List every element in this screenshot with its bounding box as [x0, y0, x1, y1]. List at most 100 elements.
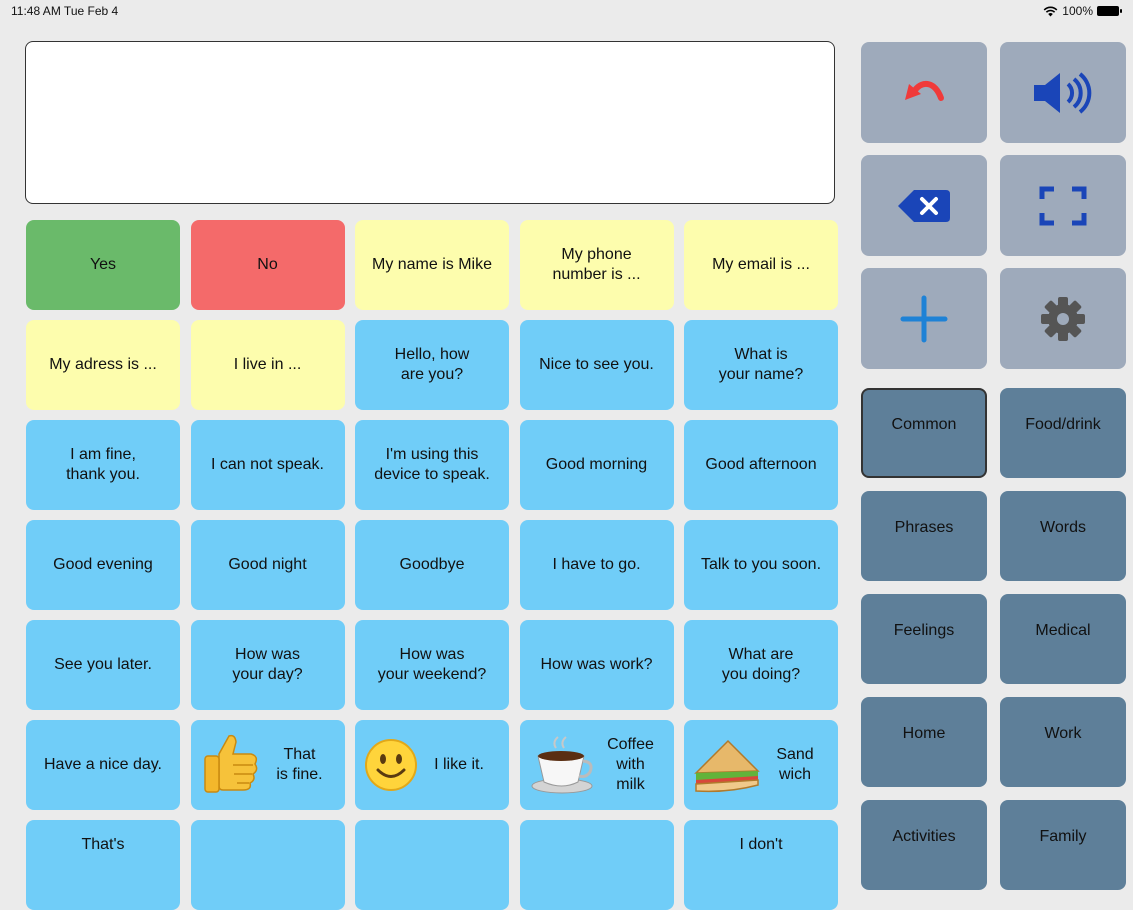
speak-button[interactable]	[1000, 42, 1126, 143]
phrase-tile-33[interactable]	[355, 820, 509, 910]
speaker-icon	[1034, 71, 1092, 114]
phrase-tile-label: My phone number is ...	[552, 246, 641, 283]
phrase-tile-5[interactable]: My email is ...	[684, 220, 838, 310]
category-label: Activities	[892, 828, 956, 845]
phrase-tile-30[interactable]: Sand wich	[684, 720, 838, 810]
status-time: 11:48 AM Tue Feb 4	[11, 4, 119, 18]
phrase-tile-9[interactable]: Nice to see you.	[519, 320, 674, 410]
phrase-tile-21[interactable]: See you later.	[26, 620, 180, 710]
phrase-tile-27[interactable]: That is fine.	[190, 720, 345, 810]
phrase-tile-label: Good night	[228, 556, 307, 573]
phrase-tile-label: I live in ...	[233, 356, 302, 373]
phrase-tile-label: I am fine, thank you.	[66, 446, 140, 483]
phrase-tile-29[interactable]: Coffee with milk	[519, 720, 674, 810]
phrase-tile-label: See you later.	[54, 656, 152, 673]
phrase-tile-label: How was work?	[540, 656, 653, 673]
category-label: Work	[1044, 725, 1082, 742]
phrase-tile-17[interactable]: Good night	[190, 520, 345, 610]
category-food-drink[interactable]: Food/drink	[1000, 388, 1126, 478]
phrase-tile-label: How was your day?	[232, 646, 303, 683]
undo-icon	[905, 80, 944, 101]
settings-button[interactable]	[1000, 268, 1126, 369]
category-home[interactable]: Home	[861, 697, 987, 787]
phrase-tile-label: Have a nice day.	[44, 756, 162, 773]
phrase-tile-label: My adress is ...	[49, 356, 157, 373]
category-label: Family	[1039, 828, 1087, 845]
phrase-tile-label: I can not speak.	[211, 456, 324, 473]
phrase-tile-label: That is fine.	[276, 746, 323, 783]
phrase-tile-12[interactable]: I can not speak.	[190, 420, 345, 510]
phrase-tile-10[interactable]: What is your name?	[684, 320, 838, 410]
phrase-tile-32[interactable]	[190, 820, 345, 910]
category-label: Feelings	[893, 622, 955, 639]
phrase-tile-label: Sand wich	[776, 746, 814, 783]
phrase-tile-label: What is your name?	[718, 346, 804, 383]
fullscreen-icon	[1039, 186, 1087, 225]
category-label: Food/drink	[1025, 416, 1101, 433]
category-activities[interactable]: Activities	[861, 800, 987, 890]
category-words[interactable]: Words	[1000, 491, 1126, 581]
phrase-tile-label: I like it.	[434, 756, 484, 773]
phrase-tile-26[interactable]: Have a nice day.	[26, 720, 180, 810]
category-work[interactable]: Work	[1000, 697, 1126, 787]
category-label: Phrases	[894, 519, 954, 536]
fullscreen-button[interactable]	[1000, 155, 1126, 256]
category-label: Common	[891, 416, 957, 433]
smiley-icon	[363, 737, 419, 793]
category-label: Medical	[1035, 622, 1091, 639]
phrase-tile-11[interactable]: I am fine, thank you.	[26, 420, 180, 510]
category-phrases[interactable]: Phrases	[861, 491, 987, 581]
phrase-tile-28[interactable]: I like it.	[355, 720, 509, 810]
phrase-tile-7[interactable]: I live in ...	[190, 320, 345, 410]
phrase-tile-label: No	[257, 256, 278, 273]
category-family[interactable]: Family	[1000, 800, 1126, 890]
phrase-tile-24[interactable]: How was work?	[519, 620, 674, 710]
status-bar: 11:48 AM Tue Feb 4 100%	[0, 0, 1133, 22]
phrase-tile-label: Nice to see you.	[539, 356, 654, 373]
status-indicators: 100%	[1043, 4, 1122, 18]
message-text-box[interactable]	[25, 41, 835, 204]
phrase-tile-18[interactable]: Goodbye	[355, 520, 509, 610]
phrase-tile-label: Hello, how are you?	[394, 346, 470, 383]
phrase-tile-label: That's	[81, 836, 125, 853]
battery-icon	[1097, 6, 1122, 16]
phrase-tile-label: My name is Mike	[371, 256, 493, 273]
backspace-icon	[898, 189, 950, 222]
sandwich-icon	[692, 735, 762, 795]
phrase-tile-15[interactable]: Good afternoon	[684, 420, 838, 510]
delete-button[interactable]	[861, 155, 987, 256]
phrase-tile-label: I have to go.	[552, 556, 641, 573]
wifi-icon	[1043, 6, 1058, 16]
phrase-tile-label: My email is ...	[712, 256, 810, 273]
phrase-tile-2[interactable]: No	[190, 220, 345, 310]
phrase-tile-25[interactable]: What are you doing?	[684, 620, 838, 710]
phrase-tile-13[interactable]: I'm using this device to speak.	[355, 420, 509, 510]
phrase-tile-6[interactable]: My adress is ...	[26, 320, 180, 410]
add-button[interactable]	[861, 268, 987, 369]
plus-icon	[900, 295, 948, 342]
phrase-tile-22[interactable]: How was your day?	[190, 620, 345, 710]
phrase-tile-3[interactable]: My name is Mike	[355, 220, 509, 310]
phrase-tile-label: Yes	[89, 256, 117, 273]
phrase-tile-4[interactable]: My phone number is ...	[519, 220, 674, 310]
category-medical[interactable]: Medical	[1000, 594, 1126, 684]
undo-button[interactable]	[861, 42, 987, 143]
phrase-tile-label: Goodbye	[399, 556, 465, 573]
phrase-tile-14[interactable]: Good morning	[519, 420, 674, 510]
phrase-tile-label: I'm using this device to speak.	[374, 446, 490, 483]
category-feelings[interactable]: Feelings	[861, 594, 987, 684]
coffee-cup-icon	[528, 734, 598, 796]
phrase-tile-1[interactable]: Yes	[26, 220, 180, 310]
battery-percent: 100%	[1062, 4, 1093, 18]
phrase-tile-8[interactable]: Hello, how are you?	[355, 320, 509, 410]
phrase-tile-34[interactable]	[519, 820, 674, 910]
phrase-tile-31[interactable]: That's	[26, 820, 180, 910]
category-common[interactable]: Common	[861, 388, 987, 478]
phrase-tile-20[interactable]: Talk to you soon.	[684, 520, 838, 610]
phrase-tile-16[interactable]: Good evening	[26, 520, 180, 610]
phrase-tile-35[interactable]: I don't	[684, 820, 838, 910]
phrase-tile-23[interactable]: How was your weekend?	[355, 620, 509, 710]
phrase-tile-label: Good morning	[545, 456, 648, 473]
phrase-tile-19[interactable]: I have to go.	[519, 520, 674, 610]
phrase-tile-label: I don't	[739, 836, 783, 853]
